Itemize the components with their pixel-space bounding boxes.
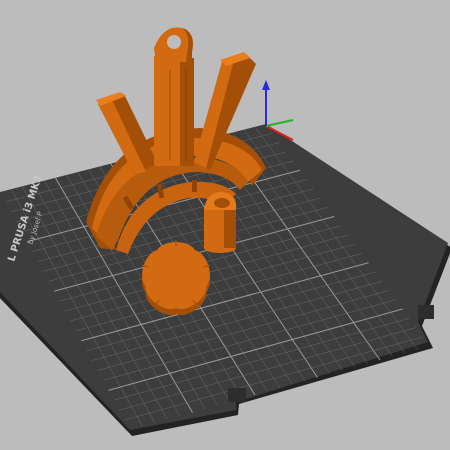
- bed-clip: [418, 305, 434, 319]
- axis-y-line: [265, 119, 294, 127]
- axis-z-arrow: [262, 80, 270, 90]
- clip-top-hole: [214, 198, 230, 208]
- bed-clip: [228, 388, 246, 402]
- clip-shade: [224, 208, 236, 248]
- sakura-stand-center-post[interactable]: [154, 27, 194, 166]
- arch-slot: [192, 180, 197, 192]
- 3d-viewport[interactable]: L PRUSA i3 MK3 by Josef P: [0, 0, 450, 450]
- small-cylinder-clip[interactable]: [204, 192, 237, 253]
- center-post-side: [180, 58, 194, 166]
- center-post-ring-hole: [167, 35, 181, 49]
- center-post-front: [154, 56, 180, 166]
